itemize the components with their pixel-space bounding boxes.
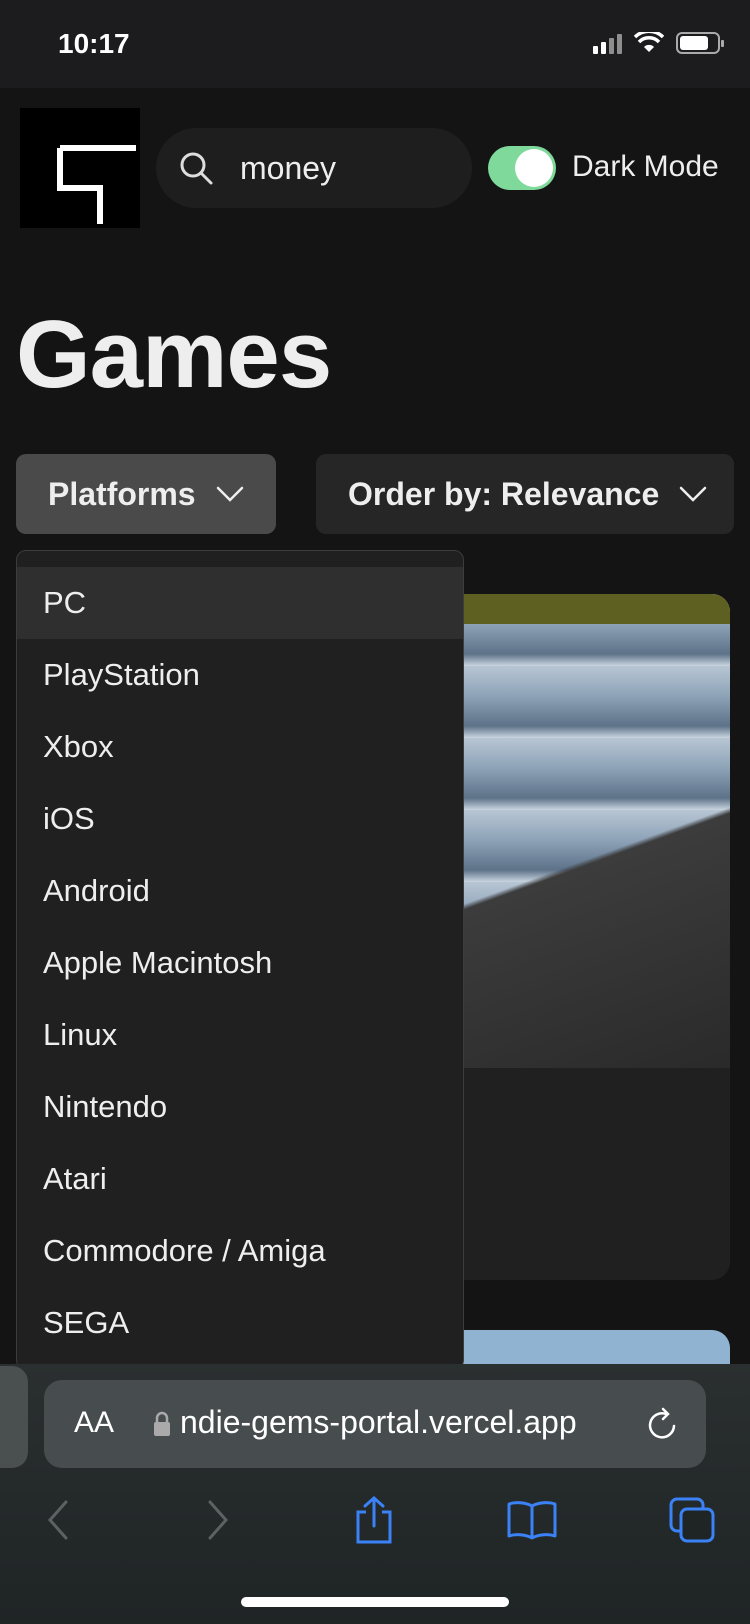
platforms-menu: PC PlayStation Xbox iOS Android Apple Ma… [16,550,464,1370]
chevron-right-icon [208,1500,229,1540]
platforms-label: Platforms [48,475,196,512]
battery-icon [676,32,724,54]
order-by-dropdown-button[interactable]: Order by: Relevance [316,454,734,534]
reload-icon[interactable] [646,1406,680,1442]
address-bar[interactable]: AA ndie-gems-portal.vercel.app [44,1380,706,1468]
chevron-left-icon [47,1500,68,1540]
platforms-dropdown-button[interactable]: Platforms [16,454,276,534]
platform-option-linux[interactable]: Linux [17,999,463,1071]
wifi-icon [634,32,664,52]
platform-option-playstation[interactable]: PlayStation [17,639,463,711]
bookmarks-button[interactable] [502,1490,562,1550]
share-icon [356,1496,392,1544]
platform-option-commodore-amiga[interactable]: Commodore / Amiga [17,1215,463,1287]
back-button[interactable] [28,1490,88,1550]
platform-option-sega[interactable]: SEGA [17,1287,463,1359]
status-time: 10:17 [58,28,130,59]
status-bar: 10:17 [0,0,750,88]
page-title: Games [16,301,332,408]
status-icons [593,32,724,54]
previous-tab-preview[interactable] [0,1366,28,1468]
forward-button[interactable] [188,1490,248,1550]
search-bar[interactable] [156,128,472,208]
reader-options-button[interactable]: AA [74,1406,114,1440]
platform-option-xbox[interactable]: Xbox [17,711,463,783]
toggle-knob [515,149,553,187]
order-by-label: Order by: Relevance [348,475,660,512]
game-card[interactable] [440,594,730,1280]
chevron-down-icon [680,486,707,502]
platform-option-atari[interactable]: Atari [17,1143,463,1215]
book-icon [507,1501,557,1540]
tabs-button[interactable] [662,1490,722,1550]
chevron-down-icon [216,486,243,502]
url-text: ndie-gems-portal.vercel.app [180,1404,577,1440]
browser-nav-row [0,1490,750,1550]
site-logo[interactable] [20,108,140,228]
search-input[interactable] [240,146,460,190]
cellular-signal-icon [593,32,622,54]
platform-option-nintendo[interactable]: Nintendo [17,1071,463,1143]
dark-mode-label: Dark Mode [572,150,719,183]
logo-icon [57,145,136,224]
game-thumbnail [440,594,730,1068]
platform-option-ios[interactable]: iOS [17,783,463,855]
dark-mode-toggle[interactable] [488,146,556,190]
home-indicator[interactable] [241,1597,509,1607]
platform-option-apple-macintosh[interactable]: Apple Macintosh [17,927,463,999]
share-button[interactable] [344,1490,404,1550]
tabs-icon [669,1497,715,1543]
platform-option-android[interactable]: Android [17,855,463,927]
search-icon [180,152,213,185]
platform-option-pc[interactable]: PC [17,567,463,639]
lock-icon [154,1411,170,1436]
